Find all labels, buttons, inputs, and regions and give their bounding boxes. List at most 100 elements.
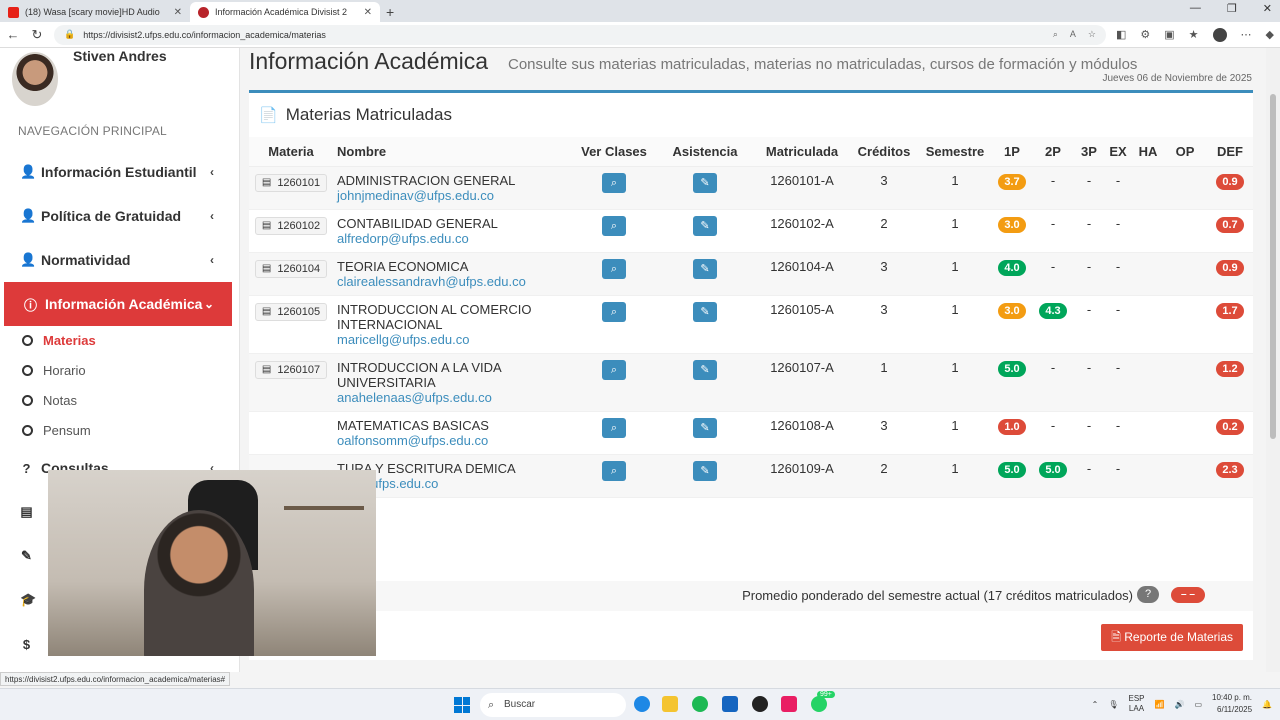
close-tab-icon[interactable]: ✕ <box>364 7 372 18</box>
favorite-icon[interactable]: ☆ <box>1088 29 1096 40</box>
file-explorer-icon[interactable] <box>662 696 678 712</box>
cell-3p: - <box>1075 411 1103 455</box>
cell-nombre: MATEMATICAS BASICAS oalfonsomm@ufps.edu.… <box>333 411 571 455</box>
ver-clases-search-icon[interactable]: ⌕ <box>602 216 626 236</box>
docente-email-link[interactable]: oalfonsomm@ufps.edu.co <box>337 433 567 448</box>
cell-ha <box>1133 454 1163 498</box>
new-tab-button[interactable]: + <box>386 2 394 22</box>
cell-1p: 3.0 <box>993 295 1031 354</box>
notifications-icon[interactable]: 🔔 <box>1262 700 1272 709</box>
sidebar-subitem-materias[interactable]: Materias <box>22 325 96 355</box>
materias-card: 📄 Materias Matriculadas Materia Nombre V… <box>249 90 1253 660</box>
cell-def: 0.9 <box>1207 166 1253 210</box>
chevron-up-icon[interactable]: ⌃ <box>1092 700 1099 709</box>
asistencia-edit-icon[interactable]: ✎ <box>693 259 717 279</box>
wifi-icon[interactable]: 📶 <box>1155 700 1165 709</box>
reporte-label: Reporte de Materias <box>1124 630 1233 644</box>
extensions-icon[interactable]: ⚙ <box>1140 28 1150 41</box>
cell-2p: - <box>1031 252 1075 296</box>
ver-clases-search-icon[interactable]: ⌕ <box>602 173 626 193</box>
docente-email-link[interactable]: alfredorp@ufps.edu.co <box>337 231 567 246</box>
cell-3p: - <box>1075 252 1103 296</box>
ver-clases-search-icon[interactable]: ⌕ <box>602 418 626 438</box>
sidebar-item-informacion-estudiantil[interactable]: 👤 Información Estudiantil ‹ <box>0 150 232 194</box>
materia-name: ADMINISTRACION GENERAL <box>337 173 516 188</box>
tab-divisist[interactable]: Información Académica Divisist 2 ✕ <box>190 2 380 22</box>
docente-email-link[interactable]: clairealessandravh@ufps.edu.co <box>337 274 567 289</box>
favorites-bar-icon[interactable]: ★ <box>1189 28 1199 41</box>
asistencia-edit-icon[interactable]: ✎ <box>693 418 717 438</box>
taskbar-search[interactable]: ⌕ Buscar <box>480 693 626 717</box>
asistencia-edit-icon[interactable]: ✎ <box>693 173 717 193</box>
close-icon[interactable]: ✕ <box>1263 2 1272 15</box>
obs-icon[interactable] <box>752 696 768 712</box>
sidebar-subitem-pensum[interactable]: Pensum <box>22 415 91 445</box>
reload-icon[interactable]: ↻ <box>30 27 44 43</box>
cell-semestre: 1 <box>917 353 993 412</box>
materia-code-button[interactable]: ▤ 1260105 <box>254 302 328 321</box>
docente-email-link[interactable]: johnjmedinav@ufps.edu.co <box>337 188 567 203</box>
materia-code-button[interactable]: ▤ 1260101 <box>254 173 328 192</box>
docente-email-link[interactable]: maricellg@ufps.edu.co <box>337 332 567 347</box>
cell-ha <box>1133 411 1163 455</box>
asistencia-edit-icon[interactable]: ✎ <box>693 302 717 322</box>
ver-clases-search-icon[interactable]: ⌕ <box>602 360 626 380</box>
materia-code-button[interactable]: ▤ 1260107 <box>254 360 328 379</box>
whatsapp-icon[interactable] <box>811 696 827 712</box>
sidebar-subitem-notas[interactable]: Notas <box>22 385 77 415</box>
info-icon: ⓘ <box>24 297 38 313</box>
scrollbar-thumb[interactable] <box>1270 94 1276 439</box>
ver-clases-search-icon[interactable]: ⌕ <box>602 461 626 481</box>
minimize-icon[interactable]: — <box>1190 2 1201 15</box>
docente-email-link[interactable]: anahelenaas@ufps.edu.co <box>337 390 567 405</box>
materias-table: Materia Nombre Ver Clases Asistencia Mat… <box>249 137 1253 498</box>
ver-clases-search-icon[interactable]: ⌕ <box>602 259 626 279</box>
materia-code-button[interactable]: ▤ 1260104 <box>254 259 328 278</box>
tab-youtube[interactable]: (18) Wasa [scary movie]HD Audio ✕ <box>0 2 190 22</box>
cell-asistencia: ✎ <box>657 353 753 412</box>
store-icon[interactable] <box>722 696 738 712</box>
chevron-down-icon: ⌄ <box>203 297 214 311</box>
cell-asistencia: ✎ <box>657 209 753 253</box>
more-icon[interactable]: ⋯ <box>1241 28 1252 41</box>
cell-op <box>1163 295 1207 354</box>
card-title-text: Materias Matriculadas <box>285 105 452 124</box>
sidebar-item-politica-gratuidad[interactable]: 👤 Política de Gratuidad ‹ <box>0 194 232 238</box>
materia-code-button[interactable]: ▤ 1260102 <box>254 216 328 235</box>
zoom-icon[interactable]: ⌕ <box>1053 29 1058 40</box>
cell-def: 0.2 <box>1207 411 1253 455</box>
sidebar-item-informacion-academica[interactable]: ⓘ Información Académica ⌄ <box>4 282 232 326</box>
mic-icon[interactable]: 🎙 <box>1108 700 1118 709</box>
help-icon[interactable]: ? <box>1137 586 1159 603</box>
volume-icon[interactable]: 🔊 <box>1174 700 1184 709</box>
tiktok-icon[interactable] <box>781 696 797 712</box>
asistencia-edit-icon[interactable]: ✎ <box>693 461 717 481</box>
windows-start-icon[interactable] <box>454 697 470 713</box>
sidebar-item-normatividad[interactable]: 👤 Normatividad ‹ <box>0 238 232 282</box>
language-indicator[interactable]: ESP LAA <box>1128 694 1144 714</box>
asistencia-edit-icon[interactable]: ✎ <box>693 216 717 236</box>
asistencia-edit-icon[interactable]: ✎ <box>693 360 717 380</box>
table-row: ▤ 1260104 TEORIA ECONOMICA clairealessand… <box>249 252 1253 296</box>
sidebar-subitem-horario[interactable]: Horario <box>22 355 86 385</box>
page-scrollbar[interactable] <box>1266 48 1280 672</box>
edge-icon[interactable] <box>634 696 650 712</box>
system-tray: ⌃ 🎙 ESP LAA 📶 🔊 ▭ 10:40 p. m. 6/11/2025 … <box>1092 692 1272 716</box>
read-aloud-icon[interactable]: A <box>1070 29 1076 40</box>
url-field[interactable]: 🔒 https://divisist2.ufps.edu.co/informac… <box>54 24 1106 45</box>
cell-2p: 4.3 <box>1031 295 1075 354</box>
restore-icon[interactable]: ❐ <box>1227 2 1237 15</box>
final-grade-badge: 0.7 <box>1216 217 1244 233</box>
reporte-materias-button[interactable]: 🗎 Reporte de Materias <box>1101 624 1243 651</box>
copilot-icon[interactable]: ◆ <box>1266 28 1274 41</box>
spotify-icon[interactable] <box>692 696 708 712</box>
back-icon[interactable]: ← <box>6 27 20 42</box>
close-tab-icon[interactable]: ✕ <box>174 7 182 18</box>
collections-icon[interactable]: ▣ <box>1164 28 1174 41</box>
profile-avatar-icon[interactable] <box>1212 27 1227 42</box>
battery-icon[interactable]: ▭ <box>1194 700 1202 709</box>
clock[interactable]: 10:40 p. m. 6/11/2025 <box>1212 692 1252 716</box>
split-screen-icon[interactable]: ◧ <box>1116 28 1126 41</box>
ver-clases-search-icon[interactable]: ⌕ <box>602 302 626 322</box>
url-text: https://divisist2.ufps.edu.co/informacio… <box>83 29 326 40</box>
